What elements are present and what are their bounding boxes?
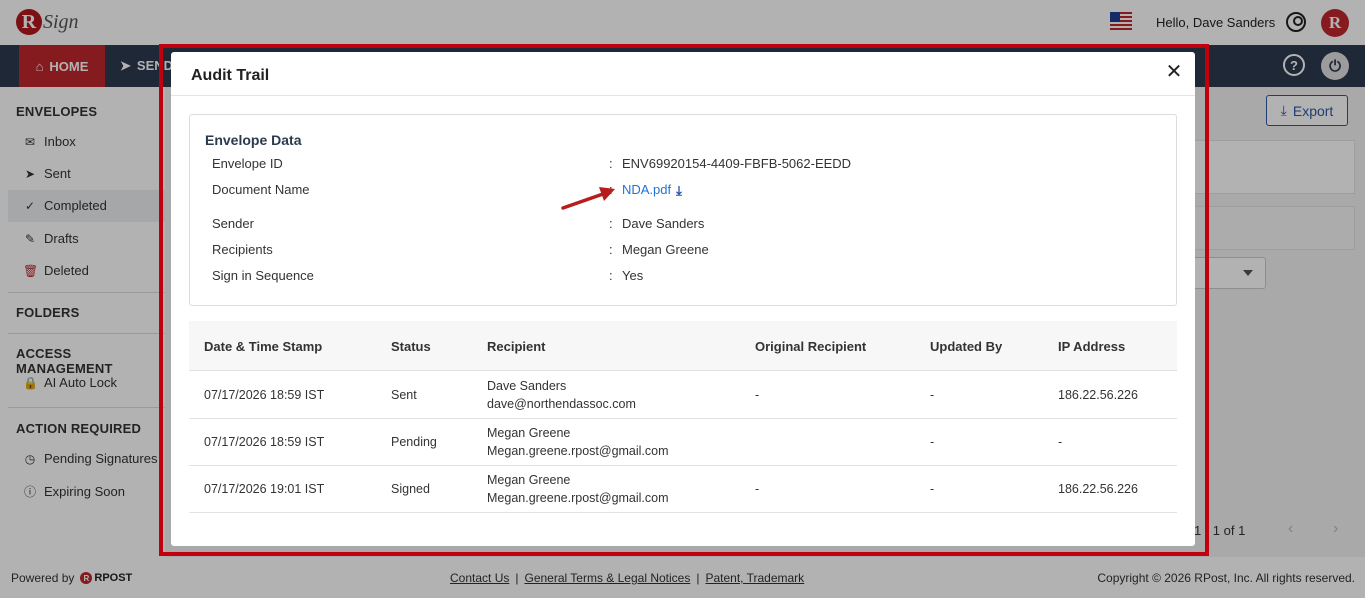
cell-ip-address: 186.22.56.226 [1058, 482, 1138, 496]
cell-status: Sent [391, 388, 417, 402]
cell-date: 07/17/2026 19:01 IST [204, 482, 325, 496]
field-label: Envelope ID [212, 156, 283, 171]
header-original-recipient: Original Recipient [755, 339, 867, 354]
field-label: Sender [212, 216, 254, 231]
cell-status: Signed [391, 482, 430, 496]
header-date: Date & Time Stamp [204, 339, 323, 354]
field-label: Recipients [212, 242, 273, 257]
table-header: Date & Time Stamp Status Recipient Origi… [189, 321, 1177, 371]
cell-updated-by: - [930, 435, 935, 449]
audit-trail-modal: Audit Trail ✕ Envelope Data Envelope ID … [171, 52, 1195, 546]
cell-recipient-name: Dave Sanders [487, 379, 567, 393]
field-colon: : [609, 242, 613, 257]
envelope-data-heading: Envelope Data [205, 132, 302, 148]
envelope-id-value: ENV69920154-4409-FBFB-5062-EEDD [622, 156, 852, 171]
close-icon[interactable]: ✕ [1165, 62, 1183, 82]
sender-value: Dave Sanders [622, 216, 705, 231]
cell-original-recipient: - [755, 388, 760, 402]
cell-recipient-name: Megan Greene [487, 473, 571, 487]
cell-original-recipient: - [755, 482, 760, 496]
table-row: 07/17/2026 18:59 IST Sent Dave Sanders d… [189, 372, 1177, 419]
cell-recipient-name: Megan Greene [487, 426, 571, 440]
cell-recipient-email: dave@northendassoc.com [487, 397, 636, 411]
field-colon: : [609, 268, 613, 283]
cell-date: 07/17/2026 18:59 IST [204, 388, 325, 402]
document-name-value: NDA.pdf ⤓ [622, 182, 682, 199]
cell-status: Pending [391, 435, 437, 449]
field-label: Document Name [212, 182, 310, 197]
cell-recipient-email: Megan.greene.rpost@gmail.com [487, 444, 669, 458]
table-row: 07/17/2026 18:59 IST Pending Megan Green… [189, 419, 1177, 466]
field-colon: : [609, 156, 613, 171]
header-status: Status [391, 339, 431, 354]
envelope-data-panel: Envelope Data Envelope ID : ENV69920154-… [189, 114, 1177, 306]
cell-updated-by: - [930, 388, 935, 402]
cell-ip-address: 186.22.56.226 [1058, 388, 1138, 402]
cell-recipient-email: Megan.greene.rpost@gmail.com [487, 491, 669, 505]
annotation-arrow-icon [561, 187, 615, 210]
table-row: 07/17/2026 19:01 IST Signed Megan Greene… [189, 466, 1177, 513]
recipients-value: Megan Greene [622, 242, 709, 257]
cell-ip-address: - [1058, 435, 1063, 449]
header-ip-address: IP Address [1058, 339, 1126, 354]
field-colon: : [609, 216, 613, 231]
document-link[interactable]: NDA.pdf [622, 182, 671, 197]
modal-header: Audit Trail ✕ [171, 52, 1195, 96]
field-label: Sign in Sequence [212, 268, 314, 283]
sign-in-sequence-value: Yes [622, 268, 644, 283]
download-icon[interactable]: ⤓ [676, 183, 682, 199]
modal-title: Audit Trail [191, 67, 270, 84]
cell-date: 07/17/2026 18:59 IST [204, 435, 325, 449]
header-recipient: Recipient [487, 339, 546, 354]
cell-updated-by: - [930, 482, 935, 496]
header-updated-by: Updated By [930, 339, 1003, 354]
